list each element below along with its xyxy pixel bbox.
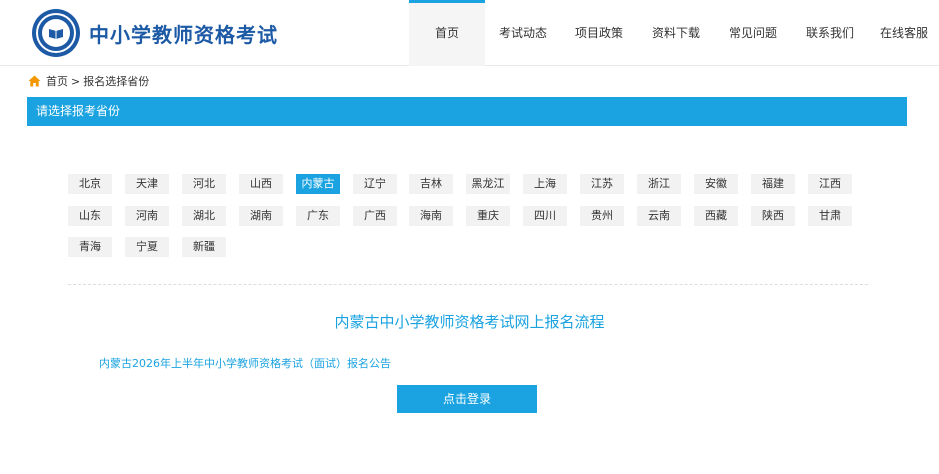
book-icon	[49, 29, 63, 39]
province-button[interactable]: 四川	[523, 206, 567, 226]
emblem-book-icon[interactable]	[32, 9, 80, 57]
province-button[interactable]: 青海	[68, 237, 112, 257]
nav-item-4[interactable]: 常见问题	[715, 0, 791, 66]
province-button[interactable]: 山东	[68, 206, 112, 226]
province-button[interactable]: 吉林	[409, 174, 453, 194]
breadcrumb-separator: >	[71, 74, 81, 88]
breadcrumb: 首页 > 报名选择省份	[28, 73, 149, 89]
divider	[68, 284, 868, 285]
province-button[interactable]: 广东	[296, 206, 340, 226]
nav-item-6[interactable]: 在线客服	[869, 0, 939, 66]
login-button[interactable]: 点击登录	[397, 385, 537, 413]
province-button[interactable]: 江西	[808, 174, 852, 194]
province-button[interactable]: 陕西	[751, 206, 795, 226]
nav-item-2[interactable]: 项目政策	[561, 0, 637, 66]
province-button[interactable]: 山西	[239, 174, 283, 194]
nav-item-3[interactable]: 资料下载	[637, 0, 715, 66]
site-header: 中小学教师资格考试 首页 考试动态 项目政策 资料下载 常见问题 联系我们 在线客服	[0, 0, 939, 66]
section-title: 请选择报考省份	[27, 97, 907, 126]
nav-item-5[interactable]: 联系我们	[791, 0, 869, 66]
province-button[interactable]: 河南	[125, 206, 169, 226]
province-button[interactable]: 宁夏	[125, 237, 169, 257]
province-button[interactable]: 重庆	[466, 206, 510, 226]
province-button[interactable]: 云南	[637, 206, 681, 226]
nav-item-0[interactable]: 首页	[409, 0, 485, 66]
province-button[interactable]: 内蒙古	[296, 174, 340, 194]
nav-item-1[interactable]: 考试动态	[485, 0, 561, 66]
province-button[interactable]: 福建	[751, 174, 795, 194]
process-title: 内蒙古中小学教师资格考试网上报名流程	[334, 313, 605, 331]
province-button[interactable]: 黑龙江	[466, 174, 510, 194]
province-button[interactable]: 安徽	[694, 174, 738, 194]
home-icon	[28, 75, 41, 87]
province-button[interactable]: 上海	[523, 174, 567, 194]
province-button[interactable]: 浙江	[637, 174, 681, 194]
province-button[interactable]: 海南	[409, 206, 453, 226]
breadcrumb-current: 报名选择省份	[83, 75, 150, 88]
province-button[interactable]: 湖南	[239, 206, 283, 226]
main-nav: 首页 考试动态 项目政策 资料下载 常见问题 联系我们 在线客服	[409, 0, 939, 66]
notice-link[interactable]: 内蒙古2026年上半年中小学教师资格考试（面试）报名公告	[99, 355, 391, 371]
province-button[interactable]: 贵州	[580, 206, 624, 226]
breadcrumb-home[interactable]: 首页	[46, 73, 68, 89]
province-button[interactable]: 广西	[353, 206, 397, 226]
site-title[interactable]: 中小学教师资格考试	[89, 19, 278, 48]
province-button[interactable]: 辽宁	[353, 174, 397, 194]
province-button[interactable]: 新疆	[182, 237, 226, 257]
province-button[interactable]: 北京	[68, 174, 112, 194]
province-button[interactable]: 河北	[182, 174, 226, 194]
province-button[interactable]: 江苏	[580, 174, 624, 194]
province-button[interactable]: 天津	[125, 174, 169, 194]
province-button[interactable]: 西藏	[694, 206, 738, 226]
province-button[interactable]: 湖北	[182, 206, 226, 226]
province-button[interactable]: 甘肃	[808, 206, 852, 226]
